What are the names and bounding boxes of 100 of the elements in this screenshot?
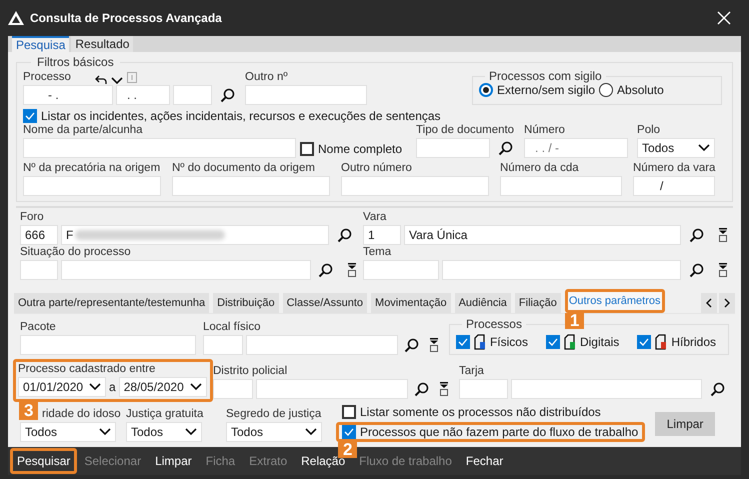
tab[interactable]: Distribuição [213, 293, 279, 313]
tab[interactable]: Resultado [71, 36, 134, 52]
checkbox[interactable] [637, 334, 652, 348]
tab[interactable]: Pesquisa [12, 36, 70, 52]
search-button[interactable] [218, 86, 236, 104]
input-field[interactable] [500, 176, 622, 196]
input-field[interactable] [511, 379, 702, 399]
input-field[interactable] [23, 138, 296, 158]
chevron-down-icon [99, 428, 111, 436]
input-field[interactable] [202, 335, 243, 355]
field-label: Justiça gratuita [126, 407, 204, 422]
checkbox[interactable] [342, 405, 356, 419]
input-field[interactable] [20, 260, 58, 280]
checkbox-label: Listar os incidentes, ações incidentais, recursos e execuções de sentenças [41, 109, 441, 123]
field-label: Número da vara [633, 161, 716, 176]
toolbar-button[interactable]: Pesquisar [10, 448, 78, 474]
info-icon [126, 72, 137, 85]
input-field[interactable] [256, 379, 408, 399]
search-button[interactable] [687, 226, 705, 244]
field-label: Processo [23, 70, 71, 85]
input-field[interactable]: 666 [20, 225, 58, 245]
checkbox-label: Digitais [580, 334, 620, 348]
field-label: Polo [637, 123, 660, 138]
dropdown[interactable]: Todos [20, 422, 116, 442]
search-button[interactable] [404, 336, 419, 354]
callout-badge: 1 [564, 313, 584, 329]
input-field[interactable] [459, 379, 508, 399]
input-field[interactable] [172, 176, 330, 196]
input-field[interactable]: / [633, 176, 715, 196]
tab[interactable]: Classe/Assunto [282, 293, 368, 313]
input-field[interactable]: . . / - [524, 138, 628, 158]
tab[interactable]: Audiência [454, 293, 511, 313]
clear-button[interactable]: Limpar [655, 412, 715, 436]
toolbar-button[interactable]: Limpar [148, 448, 199, 474]
document-icon [564, 334, 576, 350]
field-label: Nº da precatória na origem [23, 161, 160, 176]
dropdown[interactable]: Todos [226, 422, 322, 442]
checkbox[interactable] [342, 425, 356, 439]
filter-button[interactable] [428, 336, 440, 354]
undo-icon [94, 75, 107, 85]
search-icon [220, 88, 234, 102]
chevron-left-icon [705, 298, 713, 308]
input-field[interactable]: Vara Única [404, 225, 681, 245]
input-field[interactable] [246, 335, 398, 355]
filter-icon [346, 263, 356, 277]
field-label: Foro [20, 210, 44, 225]
input-field[interactable] [23, 176, 161, 196]
dropdown[interactable]: Todos [637, 138, 716, 158]
input-field[interactable] [61, 260, 311, 280]
input-field[interactable]: . . [116, 85, 170, 105]
field-value: F [66, 227, 74, 244]
search-icon [710, 382, 724, 396]
search-button[interactable] [317, 261, 334, 279]
scroll-right-button[interactable] [719, 293, 735, 313]
close-icon [717, 11, 731, 25]
search-button[interactable] [335, 226, 353, 244]
input-field[interactable] [20, 335, 196, 355]
input-field[interactable]: 1 [363, 225, 401, 245]
search-button[interactable] [496, 139, 514, 157]
filter-button[interactable] [438, 380, 450, 398]
document-icon [474, 334, 486, 350]
scroll-left-button[interactable] [701, 293, 717, 313]
checkbox-label: Listar somente os processos não distribuídos [360, 405, 601, 419]
checkbox[interactable] [300, 142, 314, 156]
search-icon [688, 228, 704, 242]
checkbox[interactable] [456, 334, 470, 348]
input-field[interactable] [173, 85, 212, 105]
input-field[interactable] [245, 85, 367, 105]
input-field[interactable] [416, 138, 490, 158]
radio-button[interactable] [479, 83, 493, 97]
logo-icon [8, 11, 24, 25]
field-label: Tema [363, 245, 392, 260]
input-field[interactable] [442, 260, 681, 280]
search-button[interactable] [687, 261, 705, 279]
chevron-right-icon [723, 298, 731, 308]
tab[interactable]: Filiação [514, 293, 561, 313]
radio-label: Absoluto [617, 83, 664, 97]
dropdown[interactable]: Todos [126, 422, 202, 442]
chevron-down-icon [698, 144, 710, 152]
search-button[interactable] [414, 380, 429, 398]
toolbar-button[interactable]: Fechar [458, 448, 510, 474]
tab[interactable]: Movimentação [371, 293, 451, 313]
tab[interactable]: Outra parte/representante/testemunha [14, 293, 210, 313]
chevron-down-icon [185, 428, 197, 436]
input-field[interactable] [363, 260, 439, 280]
checkbox[interactable] [23, 109, 37, 123]
range-separator: a [109, 380, 116, 394]
search-button[interactable] [708, 380, 726, 398]
checkbox[interactable] [546, 334, 560, 348]
tab[interactable]: Outros parâmetros [564, 289, 665, 313]
date-picker[interactable]: 01/01/2020 [18, 377, 106, 397]
filter-icon [428, 338, 439, 352]
input-field[interactable]: - . [23, 85, 113, 105]
field-label: Tipo de documento [416, 123, 514, 138]
search-icon [414, 382, 429, 396]
input-field[interactable] [213, 379, 253, 399]
input-field[interactable] [341, 176, 489, 196]
input-field[interactable]: F [61, 225, 329, 245]
date-picker[interactable]: 28/05/2020 [118, 377, 207, 397]
radio-button[interactable] [599, 83, 614, 97]
